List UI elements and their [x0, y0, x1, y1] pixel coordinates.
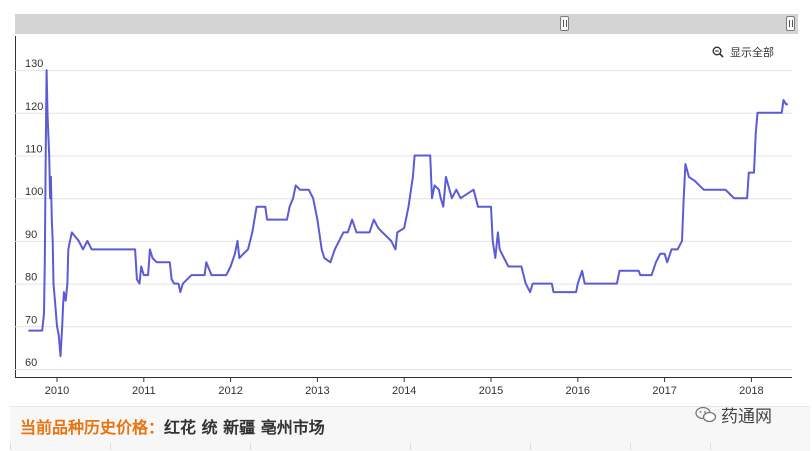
price-chart: 60708090100110120130 2010 2011 2012 2013 201…: [15, 36, 792, 397]
x-tick-label: 2015: [479, 385, 503, 397]
y-tick-label: 70: [25, 314, 37, 326]
y-tick-label: 100: [25, 186, 43, 198]
watermark-text: 药通网: [721, 407, 772, 427]
x-tick-label: 2013: [305, 385, 329, 397]
grid-layer: [15, 70, 792, 370]
x-tick-label: 2012: [218, 385, 242, 397]
watermark: 药通网: [695, 402, 772, 427]
x-tick-label: 2016: [566, 385, 590, 397]
footer-label: 当前品种历史价格：: [20, 418, 165, 437]
wechat-icon: [695, 406, 717, 422]
zoom-out-icon: [712, 46, 724, 58]
table-header-row: [10, 443, 810, 450]
x-tick-labels: 2010 2011 2012 2013 2014 2015 2016 2017 2018: [45, 377, 764, 397]
y-tick-label: 60: [25, 357, 37, 369]
reset-zoom-button[interactable]: 显示全部: [712, 44, 774, 60]
y-tick-label: 80: [25, 272, 37, 284]
y-tick-label: 110: [25, 144, 43, 156]
y-tick-label: 120: [25, 101, 43, 113]
x-tick-label: 2010: [45, 385, 69, 397]
footer-title: 当前品种历史价格：红花 统 新疆 亳州市场: [20, 414, 325, 438]
x-tick-label: 2014: [392, 385, 416, 397]
x-tick-label: 2018: [739, 385, 763, 397]
y-tick-label: 130: [25, 58, 43, 70]
reset-zoom-label: 显示全部: [730, 46, 774, 59]
y-tick-label: 90: [25, 229, 37, 241]
y-tick-labels: 60 70 80 90 100 110 120 130: [25, 58, 43, 369]
x-tick-label: 2011: [132, 385, 156, 397]
x-tick-label: 2017: [652, 385, 676, 397]
footer-product: 红花 统 新疆 亳州市场: [164, 418, 325, 437]
